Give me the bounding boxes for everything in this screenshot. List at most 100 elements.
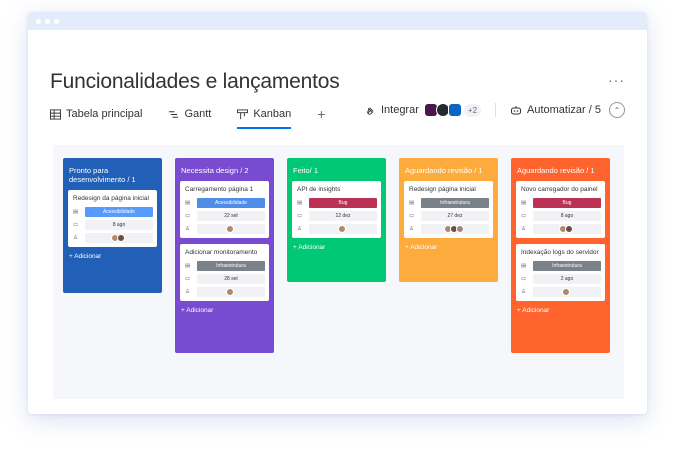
window-dot [45,18,50,24]
page-title: Funcionalidades e lançamentos [50,70,340,93]
tab-label: Kanban [253,108,292,120]
tag-badge[interactable]: Infraestrutura [197,261,265,271]
calendar-icon: ▭ [409,213,415,219]
add-item-button[interactable]: + Adicionar [181,307,269,314]
avatar [456,225,464,233]
card-people-row: ♙ [185,287,265,297]
trello-icon [447,103,462,117]
tab-label: Tabela principal [66,108,143,120]
kanban-card[interactable]: Redesign página inicial ▤ Infraestrutura ▭ 2… [404,181,493,238]
column-title[interactable]: Necessita design / 2 [181,166,269,175]
tag-badge[interactable]: Bug [533,198,601,208]
window-dot [36,18,41,24]
card-people-row: ♙ [297,224,377,234]
card-date-row: ▭ 27 dez [409,211,489,221]
date-field[interactable]: 12 dez [309,211,377,221]
avatar [226,225,234,233]
card-date-row: ▭ 8 ago [521,211,601,221]
column-title[interactable]: Pronto para desenvolvimento / 1 [69,166,157,184]
toolbar-divider [495,103,497,117]
label-icon: ▤ [185,263,191,269]
person-icon: ♙ [73,235,78,241]
tag-badge[interactable]: Acessibilidade [197,198,265,208]
tab-label: Gantt [184,108,212,120]
robot-icon [511,105,522,114]
add-item-button[interactable]: + Adicionar [405,244,493,251]
kanban-column: Feito/ 1 API de insights ▤ Bug ▭ 12 dez ♙ + Adi… [287,158,386,282]
card-date-row: ▭ 8 ago [73,220,153,230]
integrate-button[interactable]: Integrar +2 [365,103,482,117]
person-icon: ♙ [409,226,414,232]
column-title[interactable]: Feito/ 1 [293,166,381,175]
people-field[interactable] [421,224,489,234]
label-icon: ▤ [73,209,79,215]
card-date-row: ▭ 2 ago [521,274,601,284]
card-people-row: ♙ [73,233,153,243]
people-field[interactable] [309,224,377,234]
avatar [226,288,234,296]
kanban-column: Pronto para desenvolvimento / 1 Redesign … [63,158,162,293]
date-field[interactable]: 27 dez [421,211,489,221]
person-icon: ♙ [521,226,526,232]
add-item-button[interactable]: + Adicionar [293,244,381,251]
label-icon: ▤ [521,200,527,206]
people-field[interactable] [197,287,265,297]
date-field[interactable]: 22 set [197,211,265,221]
view-tabs: Tabela principal Gantt Kanban + [50,104,325,129]
calendar-icon: ▭ [297,213,303,219]
add-item-button[interactable]: + Adicionar [69,253,157,260]
kanban-card[interactable]: Carregamento página 1 ▤ Acessibilidade ▭ 22 … [180,181,269,238]
kanban-board: Pronto para desenvolvimento / 1 Redesign … [53,145,624,399]
card-people-row: ♙ [185,224,265,234]
people-field[interactable] [85,233,153,243]
card-title: Novo carregador do painel [521,186,598,193]
tag-badge[interactable]: Infraestrutura [421,198,489,208]
avatar [562,288,570,296]
kanban-card[interactable]: Adicionar monitoramento ▤ Infraestrutura ▭ 2… [180,244,269,301]
add-item-button[interactable]: + Adicionar [517,307,605,314]
date-field[interactable]: 28 set [197,274,265,284]
date-field[interactable]: 8 ago [85,220,153,230]
label-icon: ▤ [409,200,415,206]
person-icon: ♙ [185,289,190,295]
integrate-label: Integrar [380,104,419,116]
plug-icon [367,106,374,115]
calendar-icon: ▭ [185,213,191,219]
kanban-card[interactable]: Novo carregador do painel ▤ Bug ▭ 8 ago ♙ [516,181,605,238]
tab-gantt[interactable]: Gantt [168,104,211,124]
tab-main-table[interactable]: Tabela principal [50,104,142,124]
column-title[interactable]: Aguardando revisão / 1 [517,166,605,175]
card-title: Carregamento página 1 [185,186,254,193]
card-tag-row: ▤ Infraestrutura [185,261,265,271]
calendar-icon: ▭ [521,213,527,219]
tag-badge[interactable]: Infraestrutura [533,261,601,271]
card-title: Adicionar monitoramento [185,249,258,256]
kanban-card[interactable]: API de insights ▤ Bug ▭ 12 dez ♙ [292,181,381,238]
more-options-button[interactable]: ··· [608,72,625,88]
card-date-row: ▭ 12 dez [297,211,377,221]
people-field[interactable] [533,224,601,234]
column-title[interactable]: Aguardando revisão / 1 [405,166,493,175]
card-people-row: ♙ [409,224,489,234]
tag-badge[interactable]: Bug [309,198,377,208]
kanban-card[interactable]: Redesign da página inicial ▤ Acessibilidad… [68,190,157,247]
automate-button[interactable]: Automatizar / 5 [510,104,601,116]
collapse-header-button[interactable]: ⌃ [609,102,625,118]
add-view-button[interactable]: + [317,106,325,122]
calendar-icon: ▭ [73,222,79,228]
date-field[interactable]: 2 ago [533,274,601,284]
tag-badge[interactable]: Acessibilidade [85,207,153,217]
people-field[interactable] [197,224,265,234]
card-date-row: ▭ 28 set [185,274,265,284]
window-dot [54,18,59,24]
card-title: Redesign da página inicial [73,195,149,202]
avatar [565,225,573,233]
person-icon: ♙ [521,289,526,295]
automate-label: Automatizar / 5 [527,104,601,116]
kanban-card[interactable]: Indexação logs do servidor ▤ Infraestrutur… [516,244,605,301]
date-field[interactable]: 8 ago [533,211,601,221]
people-field[interactable] [533,287,601,297]
card-people-row: ♙ [521,287,601,297]
tab-kanban[interactable]: Kanban [237,104,292,129]
kanban-column: Aguardando revisão / 1 Novo carregador do… [511,158,610,353]
